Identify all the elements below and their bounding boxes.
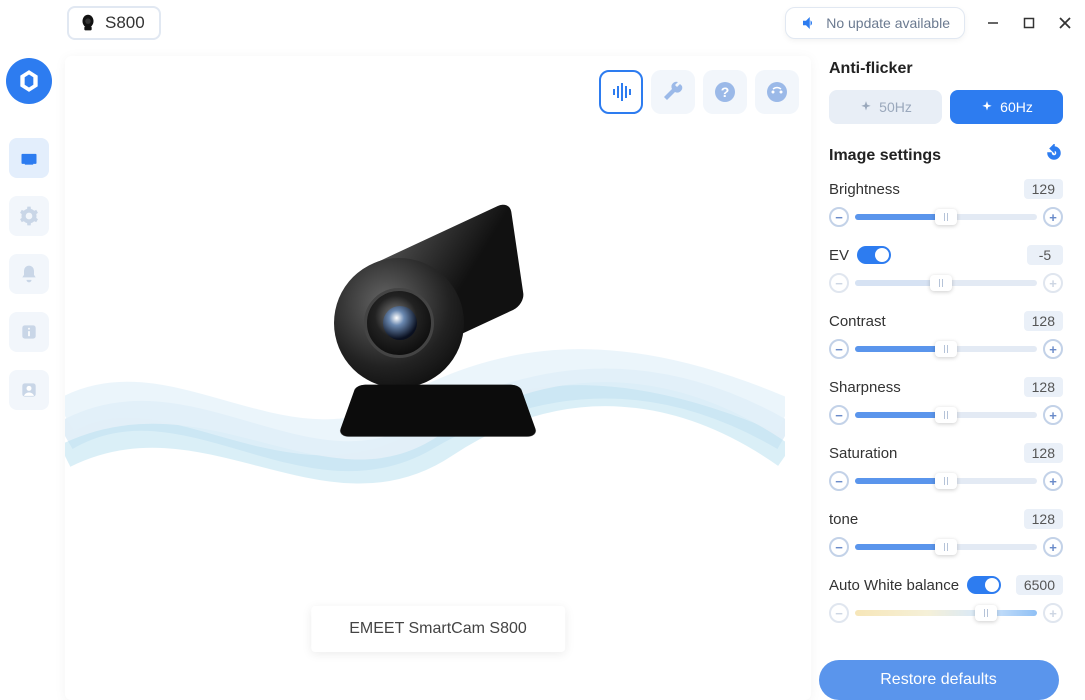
brightness-slider[interactable] xyxy=(855,214,1037,220)
ev-increase[interactable]: + xyxy=(1043,273,1063,293)
sharpness-increase[interactable]: + xyxy=(1043,405,1063,425)
sharpness-slider[interactable] xyxy=(855,412,1037,418)
brightness-row: Brightness 129 − + xyxy=(829,179,1063,227)
anti-flicker-50hz[interactable]: 50Hz xyxy=(829,90,942,124)
awb-toggle[interactable] xyxy=(967,576,1001,594)
restore-wrap: Restore defaults xyxy=(812,660,1065,700)
effects-tool[interactable] xyxy=(755,70,799,114)
sidebar xyxy=(0,0,57,700)
device-selector[interactable]: S800 xyxy=(67,6,161,40)
maximize-button[interactable] xyxy=(1019,13,1039,33)
nav-notifications[interactable] xyxy=(9,254,49,294)
ev-decrease[interactable]: − xyxy=(829,273,849,293)
nav-profile[interactable] xyxy=(9,370,49,410)
brightness-increase[interactable]: + xyxy=(1043,207,1063,227)
nav-camera[interactable] xyxy=(9,138,49,178)
topbar: S800 No update available xyxy=(57,0,1085,46)
close-button[interactable] xyxy=(1055,13,1075,33)
saturation-row: Saturation 128 − + xyxy=(829,443,1063,491)
face-icon xyxy=(765,80,789,104)
camera-render xyxy=(328,218,548,478)
saturation-slider[interactable] xyxy=(855,478,1037,484)
saturation-label: Saturation xyxy=(829,445,897,462)
awb-value: 6500 xyxy=(1016,575,1063,595)
reset-image-settings[interactable] xyxy=(1045,144,1063,167)
product-label: EMEET SmartCam S800 xyxy=(311,606,565,652)
tone-value: 128 xyxy=(1024,509,1063,529)
audio-tool[interactable] xyxy=(599,70,643,114)
ev-row: EV -5 − + xyxy=(829,245,1063,293)
preview-area: ? EMEET SmartCam S800 xyxy=(65,56,811,700)
window-controls xyxy=(983,13,1075,33)
help-tool[interactable]: ? xyxy=(703,70,747,114)
anti-flicker-60hz[interactable]: 60Hz xyxy=(950,90,1063,124)
anti-flicker-title: Anti-flicker xyxy=(829,60,1063,78)
tone-decrease[interactable]: − xyxy=(829,537,849,557)
nav-info[interactable] xyxy=(9,312,49,352)
wrench-icon xyxy=(661,80,685,104)
contrast-label: Contrast xyxy=(829,313,886,330)
ev-value: -5 xyxy=(1027,245,1063,265)
saturation-value: 128 xyxy=(1024,443,1063,463)
awb-increase[interactable]: + xyxy=(1043,603,1063,623)
sharpness-decrease[interactable]: − xyxy=(829,405,849,425)
awb-label: Auto White balance xyxy=(829,576,1001,594)
restore-defaults-button[interactable]: Restore defaults xyxy=(819,660,1059,700)
brightness-label: Brightness xyxy=(829,181,900,198)
preview-toolbar: ? xyxy=(599,70,799,114)
minimize-button[interactable] xyxy=(983,13,1003,33)
saturation-increase[interactable]: + xyxy=(1043,471,1063,491)
update-status[interactable]: No update available xyxy=(785,7,965,39)
ev-slider[interactable] xyxy=(855,280,1037,286)
sharpness-label: Sharpness xyxy=(829,379,901,396)
nav-settings[interactable] xyxy=(9,196,49,236)
app-logo xyxy=(6,58,52,104)
contrast-increase[interactable]: + xyxy=(1043,339,1063,359)
tone-label: tone xyxy=(829,511,858,528)
webcam-icon xyxy=(77,12,99,34)
anti-flicker-segment: 50Hz 60Hz xyxy=(829,90,1063,124)
device-name: S800 xyxy=(105,13,145,33)
settings-panel: Anti-flicker 50Hz 60Hz Image settings Br… xyxy=(811,46,1085,700)
tone-slider[interactable] xyxy=(855,544,1037,550)
awb-row: Auto White balance 6500 − + xyxy=(829,575,1063,623)
sharpness-value: 128 xyxy=(1024,377,1063,397)
awb-slider[interactable] xyxy=(855,610,1037,616)
update-text: No update available xyxy=(826,15,950,31)
sparkle-icon xyxy=(859,100,873,114)
contrast-decrease[interactable]: − xyxy=(829,339,849,359)
contrast-row: Contrast 128 − + xyxy=(829,311,1063,359)
ev-toggle[interactable] xyxy=(857,246,891,264)
brightness-value: 129 xyxy=(1024,179,1063,199)
svg-text:?: ? xyxy=(721,84,730,100)
tools-tool[interactable] xyxy=(651,70,695,114)
refresh-icon xyxy=(1045,144,1063,162)
help-icon: ? xyxy=(713,80,737,104)
ev-label: EV xyxy=(829,246,891,264)
tone-increase[interactable]: + xyxy=(1043,537,1063,557)
speaker-icon xyxy=(800,14,818,32)
brightness-decrease[interactable]: − xyxy=(829,207,849,227)
image-settings-title: Image settings xyxy=(829,144,1063,167)
tone-row: tone 128 − + xyxy=(829,509,1063,557)
sparkle-icon xyxy=(980,100,994,114)
sharpness-row: Sharpness 128 − + xyxy=(829,377,1063,425)
contrast-value: 128 xyxy=(1024,311,1063,331)
audio-bars-icon xyxy=(609,80,633,104)
camera-preview xyxy=(65,56,811,700)
awb-decrease[interactable]: − xyxy=(829,603,849,623)
contrast-slider[interactable] xyxy=(855,346,1037,352)
saturation-decrease[interactable]: − xyxy=(829,471,849,491)
main: ? EMEET SmartCam S800 Anti-flicker 50Hz … xyxy=(57,46,1085,700)
